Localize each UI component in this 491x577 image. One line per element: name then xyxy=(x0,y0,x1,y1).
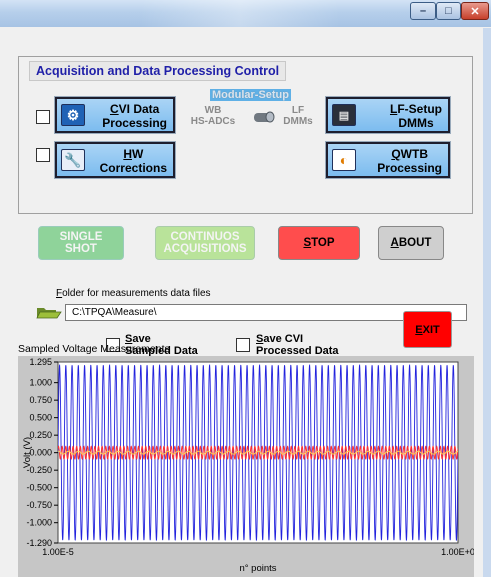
about-label: BOUT xyxy=(398,237,432,249)
window-right-edge xyxy=(483,28,491,577)
qwtb-accel-letter: Q xyxy=(391,147,401,161)
toggle-switch-icon[interactable] xyxy=(253,110,275,124)
gear-icon: ⚙ xyxy=(61,104,85,126)
qwtb-label-line2: Processing xyxy=(377,161,442,175)
qwtb-processing-button[interactable]: ◐ QWTB Processing xyxy=(325,141,451,179)
x-axis-label: n° points xyxy=(239,563,276,574)
hw-label: W xyxy=(131,147,144,161)
lf-setup-dmms-button[interactable]: ▤ LF-Setup DMMs xyxy=(325,96,451,134)
cvi-label-line2: Processing xyxy=(102,116,167,130)
hw-accel-letter: H xyxy=(123,147,132,161)
cvi-processing-checkbox[interactable] xyxy=(36,110,50,124)
chart-title: Sampled Voltage Measurements xyxy=(18,343,170,355)
single-shot-label: SINGLE xyxy=(59,231,103,243)
group-title: Acquisition and Data Processing Control xyxy=(29,61,287,81)
save-cvi-processed-checkbox[interactable] xyxy=(236,338,250,352)
hw-corrections-button[interactable]: 🔧 HW Corrections xyxy=(54,141,176,179)
y-tick-label: -0.500 xyxy=(26,483,52,493)
y-tick-label: -0.750 xyxy=(26,500,52,510)
about-button[interactable]: ABOUT xyxy=(378,226,444,260)
app-window: – □ ✕ Acquisition and Data Processing Co… xyxy=(0,0,491,577)
continuos-label-line2: ACQUISITIONS xyxy=(163,243,247,255)
open-folder-icon[interactable] xyxy=(36,305,62,319)
acquisition-control-group: Acquisition and Data Processing Control xyxy=(18,56,473,214)
dmm-instrument-icon: ▤ xyxy=(332,104,356,126)
y-axis-label: Volt (V) xyxy=(22,437,33,468)
wrench-icon: 🔧 xyxy=(61,149,85,171)
lf-label-line2: DMMs xyxy=(398,116,434,130)
stop-button[interactable]: STOP xyxy=(278,226,360,260)
cvi-data-processing-button[interactable]: ⚙ CVI Data Processing xyxy=(54,96,176,134)
save-cvi-processed-label: Save CVI Processed Data xyxy=(256,333,339,357)
continuos-label: CONTINUOS xyxy=(170,231,240,243)
stop-accel-letter: S xyxy=(303,237,312,249)
folder-label: Folder for measurements data files xyxy=(56,288,211,299)
exit-button[interactable]: EXIT xyxy=(403,311,452,348)
cvi-label: VI Data xyxy=(118,102,160,116)
wb-hs-adcs-label: WB HS-ADCs xyxy=(190,105,236,127)
exit-accel-letter: E xyxy=(415,323,423,336)
minimize-icon: – xyxy=(419,5,427,17)
title-bar-glass xyxy=(140,0,340,27)
close-button[interactable]: ✕ xyxy=(461,2,489,20)
y-tick-label: 1.000 xyxy=(29,378,52,388)
hw-corrections-checkbox[interactable] xyxy=(36,148,50,162)
voltage-chart[interactable]: 1.2951.0000.7500.5000.2500.000-0.250-0.5… xyxy=(18,356,474,577)
voltage-chart-panel: 1.295 1.000 0.750 0.500 0.250 0.000 -0.250 -0.5… xyxy=(18,356,474,577)
maximize-icon: □ xyxy=(445,5,452,17)
y-tick-label: 0.750 xyxy=(29,395,52,405)
y-tick-label: 1.295 xyxy=(29,357,52,367)
lf-label: F-Setup xyxy=(397,102,442,116)
exit-label: XIT xyxy=(422,323,440,336)
single-shot-button[interactable]: SINGLE SHOT xyxy=(38,226,124,260)
maximize-button[interactable]: □ xyxy=(436,2,461,20)
qwtb-label: WTB xyxy=(400,147,428,161)
title-bar[interactable]: – □ ✕ xyxy=(0,0,491,27)
qwtb-logo-icon: ◐ xyxy=(332,149,356,171)
hw-label-line2: Corrections xyxy=(99,161,167,175)
single-shot-label-line2: SHOT xyxy=(65,243,97,255)
x-tick-label-start: 1.00E-5 xyxy=(42,547,74,557)
y-tick-label: -1.000 xyxy=(26,518,52,528)
lf-dmms-label: LF DMMs xyxy=(283,105,313,127)
x-tick-label-end: 1.00E+0 xyxy=(441,547,474,557)
folder-label-text: older for measurements data files xyxy=(62,288,211,299)
modular-setup-label: Modular-Setup xyxy=(210,89,291,101)
stop-label: TOP xyxy=(311,237,335,249)
minimize-button[interactable]: – xyxy=(410,2,436,20)
cvi-accel-letter: C xyxy=(109,102,119,116)
close-icon: ✕ xyxy=(470,5,480,18)
y-tick-label: 0.500 xyxy=(29,413,52,423)
save-cvi-text: ave CVI xyxy=(263,333,304,345)
about-accel-letter: A xyxy=(390,237,399,249)
continuos-acquisitions-button[interactable]: CONTINUOS ACQUISITIONS xyxy=(155,226,255,260)
